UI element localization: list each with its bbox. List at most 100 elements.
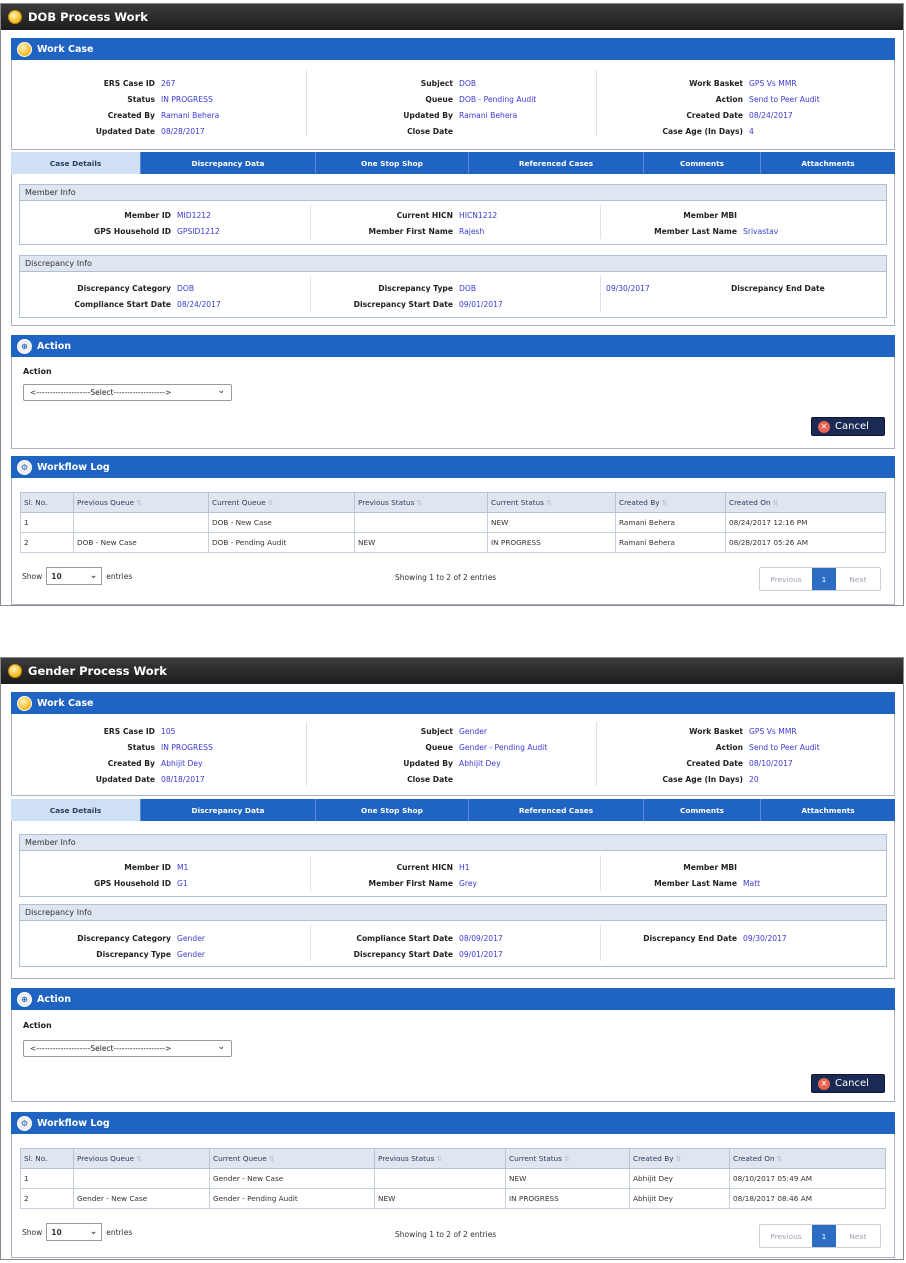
sort-icon: ⇅: [267, 499, 274, 507]
tab-case-details[interactable]: Case Details: [11, 152, 141, 174]
field-label: Discrepancy Start Date: [353, 950, 453, 959]
column-header[interactable]: Sl. No.: [20, 492, 74, 513]
divider: [306, 70, 307, 136]
discrepancy-col2: Compliance Start Date Discrepancy Start …: [321, 931, 503, 963]
next-button[interactable]: Next: [836, 1225, 880, 1247]
action-value: Send to Peer Audit: [749, 743, 820, 752]
table-cell: [374, 1168, 506, 1189]
case-age-value: 4: [749, 127, 754, 136]
column-header[interactable]: Created On ⇅: [725, 492, 886, 513]
table-header-row: Sl. No. Previous Queue ⇅ Current Queue ⇅ P…: [20, 492, 886, 513]
cancel-button[interactable]: ✕ Cancel: [811, 417, 885, 436]
action-select[interactable]: <--------------------Select-------------…: [23, 1040, 232, 1057]
first-name-value: Rajesh: [459, 227, 485, 236]
field-label: Discrepancy End Date: [643, 934, 737, 943]
field-label: Action: [715, 743, 743, 752]
table-cell: NEW: [374, 1188, 506, 1209]
column-header[interactable]: Created By ⇅: [615, 492, 726, 513]
tab-discrepancy-data[interactable]: Discrepancy Data: [141, 799, 316, 821]
sort-icon: ⇅: [545, 499, 552, 507]
previous-button[interactable]: Previous: [760, 1225, 812, 1247]
work-case-title: Work Case: [37, 43, 94, 55]
chevron-down-icon: ⌄: [89, 571, 98, 581]
table-cell: [73, 512, 209, 533]
tab-one-stop-shop[interactable]: One Stop Shop: [316, 152, 469, 174]
select-text: <--------------------Select-------------…: [30, 388, 172, 397]
member-info-col3: Member MBI Member Last Name Srivastav: [611, 208, 778, 240]
app-icon: [8, 10, 22, 24]
field-label: Created Date: [686, 759, 743, 768]
table-row: 1 DOB - New Case NEW Ramani Behera 08/24…: [20, 512, 886, 533]
page-length-value: 10: [51, 571, 62, 581]
divider: [600, 276, 601, 312]
column-header[interactable]: Previous Status ⇅: [354, 492, 488, 513]
field-label: Compliance Start Date: [356, 934, 453, 943]
created-date-value: 08/24/2017: [749, 111, 793, 120]
member-info-header: Member Info: [19, 834, 887, 851]
previous-button[interactable]: Previous: [760, 568, 812, 590]
member-info-col2: Current HICN Member First Name H1 Grey: [321, 860, 477, 892]
action-header[interactable]: ⊕ Action: [11, 335, 895, 357]
sort-icon: ⇅: [675, 1155, 682, 1163]
field-label: ERS Case ID: [103, 727, 155, 736]
page-length-select[interactable]: 10 ⌄: [46, 567, 103, 585]
column-header[interactable]: Previous Queue ⇅: [73, 492, 209, 513]
field-label: Member MBI: [683, 211, 737, 220]
page-1-button[interactable]: 1: [812, 568, 836, 590]
column-header[interactable]: Sl. No.: [20, 1148, 74, 1169]
cancel-button[interactable]: ✕ Cancel: [811, 1074, 885, 1093]
table-cell: DOB - New Case: [73, 532, 209, 553]
sort-icon: ⇅: [563, 1155, 570, 1163]
tab-discrepancy-data[interactable]: Discrepancy Data: [141, 152, 316, 174]
column-header[interactable]: Previous Status ⇅: [374, 1148, 506, 1169]
workflow-header[interactable]: ⚙ Workflow Log: [11, 1112, 895, 1134]
field-label: Case Age (In Days): [662, 127, 743, 136]
workflow-header[interactable]: ⚙ Workflow Log: [11, 456, 895, 478]
tab-referenced-cases[interactable]: Referenced Cases: [469, 152, 644, 174]
show-label: Show: [22, 1227, 43, 1237]
member-id-value: MID1212: [177, 211, 211, 220]
gender-process-panel: Gender Process Work Work Case ERS Case I…: [0, 657, 904, 1260]
action-header[interactable]: ⊕ Action: [11, 988, 895, 1010]
action-select[interactable]: <--------------------Select-------------…: [23, 384, 232, 401]
column-header[interactable]: Current Queue ⇅: [209, 1148, 375, 1169]
member-info-col1: Member ID GPS Household ID M1 G1: [31, 860, 188, 892]
tab-attachments[interactable]: Attachments: [761, 799, 895, 821]
table-cell: DOB - New Case: [208, 512, 355, 533]
dob-process-panel: DOB Process Work Work Case ERS Case ID S…: [0, 3, 904, 606]
sort-icon: ⇅: [416, 499, 423, 507]
tab-comments[interactable]: Comments: [644, 152, 761, 174]
tab-case-details[interactable]: Case Details: [11, 799, 141, 821]
column-header[interactable]: Created By ⇅: [629, 1148, 730, 1169]
action-box: [11, 357, 895, 449]
updated-date-value: 08/18/2017: [161, 775, 205, 784]
action-title: Action: [37, 993, 72, 1005]
tab-attachments[interactable]: Attachments: [761, 152, 895, 174]
table-cell: NEW: [487, 512, 616, 533]
tab-one-stop-shop[interactable]: One Stop Shop: [316, 799, 469, 821]
next-button[interactable]: Next: [836, 568, 880, 590]
sort-icon: ⇅: [436, 1155, 443, 1163]
field-label: Member ID: [124, 211, 171, 220]
close-date-value: [459, 124, 536, 140]
table-cell: IN PROGRESS: [505, 1188, 630, 1209]
work-case-header[interactable]: Work Case: [11, 692, 895, 714]
column-header[interactable]: Previous Queue ⇅: [73, 1148, 210, 1169]
page-length-control: Show 10 ⌄ entries: [22, 1223, 132, 1241]
table-cell: Gender - New Case: [73, 1188, 210, 1209]
page-1-button[interactable]: 1: [812, 1225, 836, 1247]
field-label: Discrepancy Type: [378, 284, 453, 293]
tab-comments[interactable]: Comments: [644, 799, 761, 821]
tab-referenced-cases[interactable]: Referenced Cases: [469, 799, 644, 821]
column-header[interactable]: Current Queue ⇅: [208, 492, 355, 513]
close-icon: ✕: [818, 1077, 830, 1090]
field-label: Updated By: [403, 759, 453, 768]
page-length-select[interactable]: 10 ⌄: [46, 1223, 103, 1241]
column-header[interactable]: Created On ⇅: [729, 1148, 886, 1169]
compliance-start-value: 08/24/2017: [177, 300, 221, 309]
created-by-value: Abhijit Dey: [161, 759, 203, 768]
column-header[interactable]: Current Status ⇅: [487, 492, 616, 513]
column-header[interactable]: Current Status ⇅: [505, 1148, 630, 1169]
work-case-header[interactable]: Work Case: [11, 38, 895, 60]
table-cell: 08/24/2017 12:16 PM: [725, 512, 886, 533]
